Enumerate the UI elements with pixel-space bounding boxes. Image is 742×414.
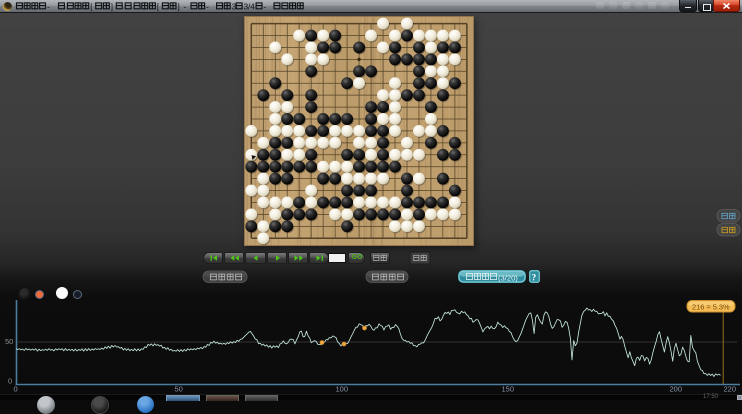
- svg-text:216 = 5.3%: 216 = 5.3%: [692, 302, 730, 311]
- svg-text:0: 0: [8, 377, 12, 386]
- svg-text:(3/20): (3/20): [498, 274, 518, 283]
- svg-text:200: 200: [670, 385, 683, 394]
- svg-text:50: 50: [175, 385, 183, 394]
- svg-text:220: 220: [724, 385, 737, 394]
- svg-text:?: ?: [532, 274, 537, 284]
- svg-text:0: 0: [14, 385, 18, 394]
- svg-text:100: 100: [336, 385, 349, 394]
- svg-text:50: 50: [5, 337, 13, 346]
- svg-text:150: 150: [502, 385, 515, 394]
